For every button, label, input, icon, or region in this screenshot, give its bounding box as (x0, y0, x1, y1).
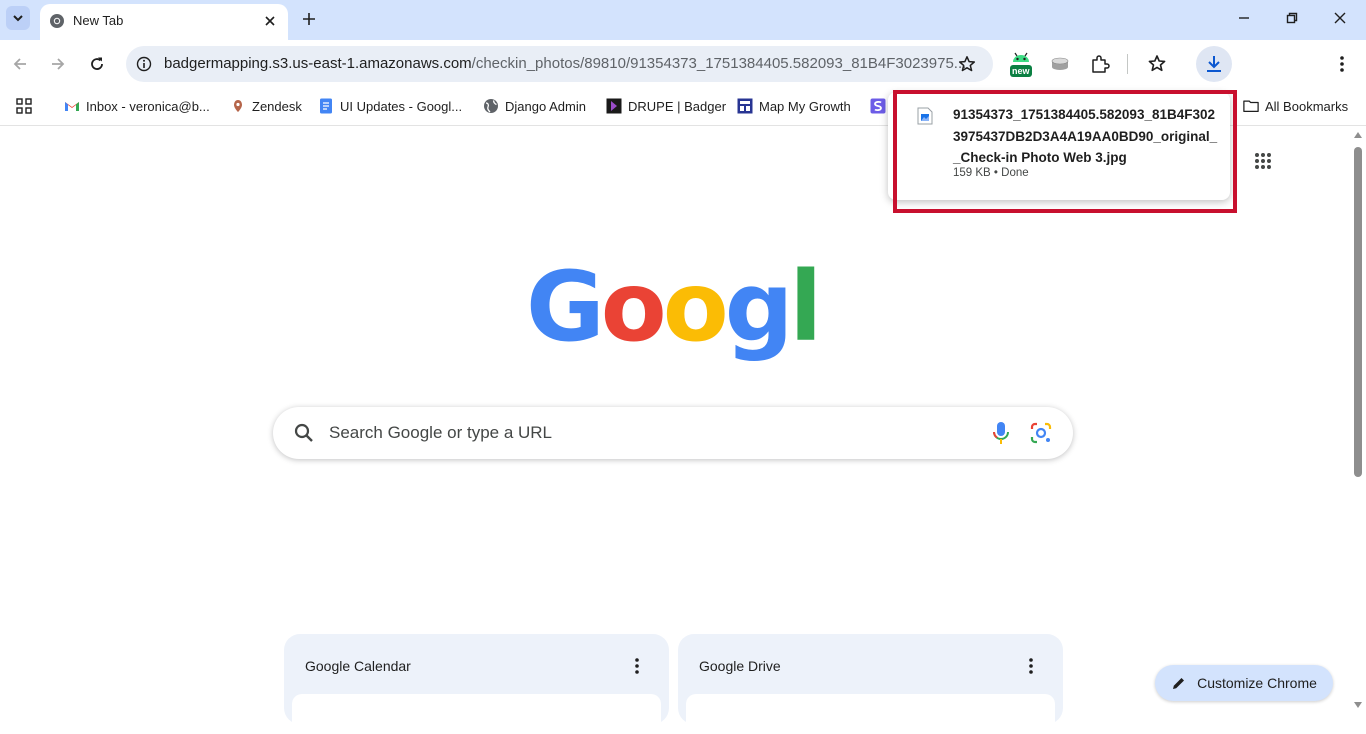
restore-icon (1286, 12, 1298, 24)
site-info-button[interactable] (134, 54, 154, 74)
kebab-menu-icon (635, 658, 639, 674)
search-input[interactable]: Search Google or type a URL (329, 423, 552, 443)
close-window-button[interactable] (1316, 0, 1364, 36)
reload-button[interactable] (81, 48, 113, 80)
plus-icon (303, 13, 315, 25)
info-icon (136, 56, 152, 72)
arrow-left-icon (13, 58, 26, 70)
bookmark-label: Inbox - veronica@b... (86, 98, 210, 114)
star-icon (958, 56, 976, 72)
bookmark-inbox[interactable]: Inbox - veronica@b... (64, 95, 210, 117)
tab-new-tab[interactable]: New Tab (40, 4, 288, 40)
bookmark-label: UI Updates - Googl... (340, 98, 463, 114)
download-icon (1207, 56, 1221, 72)
bookmark-label: Map My Growth (759, 98, 851, 114)
s-app-icon (870, 98, 886, 114)
minimize-icon (1239, 17, 1249, 19)
scrollbar-thumb[interactable] (1354, 147, 1362, 477)
url-text: badgermapping.s3.us-east-1.amazonaws.com… (164, 55, 966, 73)
google-logo: Google (526, 262, 820, 363)
downloads-button[interactable] (1196, 46, 1232, 82)
search-box[interactable]: Search Google or type a URL (273, 407, 1073, 459)
gmail-icon (64, 98, 80, 114)
tab-search-button[interactable] (6, 6, 30, 30)
forward-button[interactable] (42, 48, 74, 80)
disk-extension-icon (1051, 57, 1069, 70)
annotation-highlight-box (893, 90, 1237, 213)
url-host: badgermapping.s3.us-east-1.amazonaws.com (164, 55, 472, 72)
apps-shortcut[interactable] (16, 95, 32, 117)
google-apps-icon (1255, 153, 1271, 169)
google-apps-button[interactable] (1250, 148, 1276, 174)
drupe-icon (606, 98, 622, 114)
url-path: /checkin_photos/89810/91354373_175138440… (471, 55, 967, 72)
close-icon (265, 16, 275, 26)
card-content (292, 694, 661, 734)
google-logo-text: Google (526, 262, 820, 363)
folder-icon (1243, 98, 1259, 114)
restore-button[interactable] (1268, 0, 1316, 36)
all-bookmarks-label: All Bookmarks (1265, 98, 1349, 114)
card-menu-button[interactable] (627, 656, 647, 676)
bookmark-label: DRUPE | Badger (628, 98, 727, 114)
card-title: Google Calendar (305, 658, 411, 674)
customize-chrome-label: Customize Chrome (1197, 675, 1317, 691)
chrome-icon (50, 14, 64, 28)
close-icon (1334, 12, 1346, 24)
bookmark-zendesk[interactable]: Zendesk (230, 95, 302, 117)
bookmark-label: Zendesk (252, 98, 302, 114)
bookmark-map-my-growth[interactable]: Map My Growth (737, 95, 851, 117)
bookmarks-side-panel-button[interactable] (1143, 50, 1171, 78)
customize-chrome-button[interactable]: Customize Chrome (1155, 665, 1333, 701)
bookmark-django-admin[interactable]: Django Admin (483, 95, 586, 117)
tab-title: New Tab (73, 13, 124, 28)
kebab-menu-icon (1029, 658, 1033, 674)
address-bar[interactable]: badgermapping.s3.us-east-1.amazonaws.com… (126, 46, 993, 82)
apps-grid-icon (16, 98, 32, 114)
extension-badge: new (1012, 66, 1030, 76)
scroll-down-arrow-icon[interactable] (1353, 701, 1363, 709)
kebab-menu-icon (1340, 56, 1344, 72)
globe-icon (483, 98, 499, 114)
map-my-growth-icon (737, 98, 753, 114)
bookmark-ui-updates[interactable]: UI Updates - Googl... (318, 95, 462, 117)
page-scrollbar[interactable] (1350, 127, 1366, 713)
microphone-icon[interactable] (989, 420, 1013, 446)
google-lens-icon[interactable] (1029, 421, 1053, 445)
chevron-down-icon (13, 15, 23, 22)
pencil-icon (1173, 678, 1185, 689)
extension-disk-button[interactable] (1046, 50, 1074, 78)
toolbar: badgermapping.s3.us-east-1.amazonaws.com… (0, 40, 1366, 88)
card-title: Google Drive (699, 658, 781, 674)
google-drive-card[interactable]: Google Drive (678, 634, 1063, 734)
chrome-menu-button[interactable] (1326, 48, 1358, 80)
search-icon (294, 423, 313, 442)
new-tab-button[interactable] (298, 8, 320, 30)
back-button[interactable] (4, 48, 36, 80)
toolbar-divider (1127, 54, 1128, 74)
tab-close-button[interactable] (260, 11, 280, 31)
google-calendar-card[interactable]: Google Calendar (284, 634, 669, 734)
card-content (686, 694, 1055, 734)
tab-strip: New Tab (0, 0, 1366, 40)
star-list-icon (1148, 55, 1166, 72)
scroll-up-arrow-icon[interactable] (1353, 131, 1363, 139)
google-docs-icon (318, 98, 334, 114)
bookmark-page-button[interactable] (955, 52, 979, 76)
zendesk-icon (230, 98, 246, 114)
all-bookmarks-button[interactable]: All Bookmarks (1243, 95, 1348, 117)
extension-new-button[interactable]: new (1007, 50, 1035, 78)
bookmark-s[interactable] (870, 95, 886, 117)
card-menu-button[interactable] (1021, 656, 1041, 676)
extensions-button[interactable] (1086, 50, 1114, 78)
bookmark-label: Django Admin (505, 98, 586, 114)
minimize-button[interactable] (1220, 0, 1268, 36)
reload-icon (91, 57, 103, 70)
arrow-right-icon (52, 58, 65, 70)
bookmark-drupe[interactable]: DRUPE | Badger (606, 95, 726, 117)
puzzle-icon (1092, 55, 1110, 73)
